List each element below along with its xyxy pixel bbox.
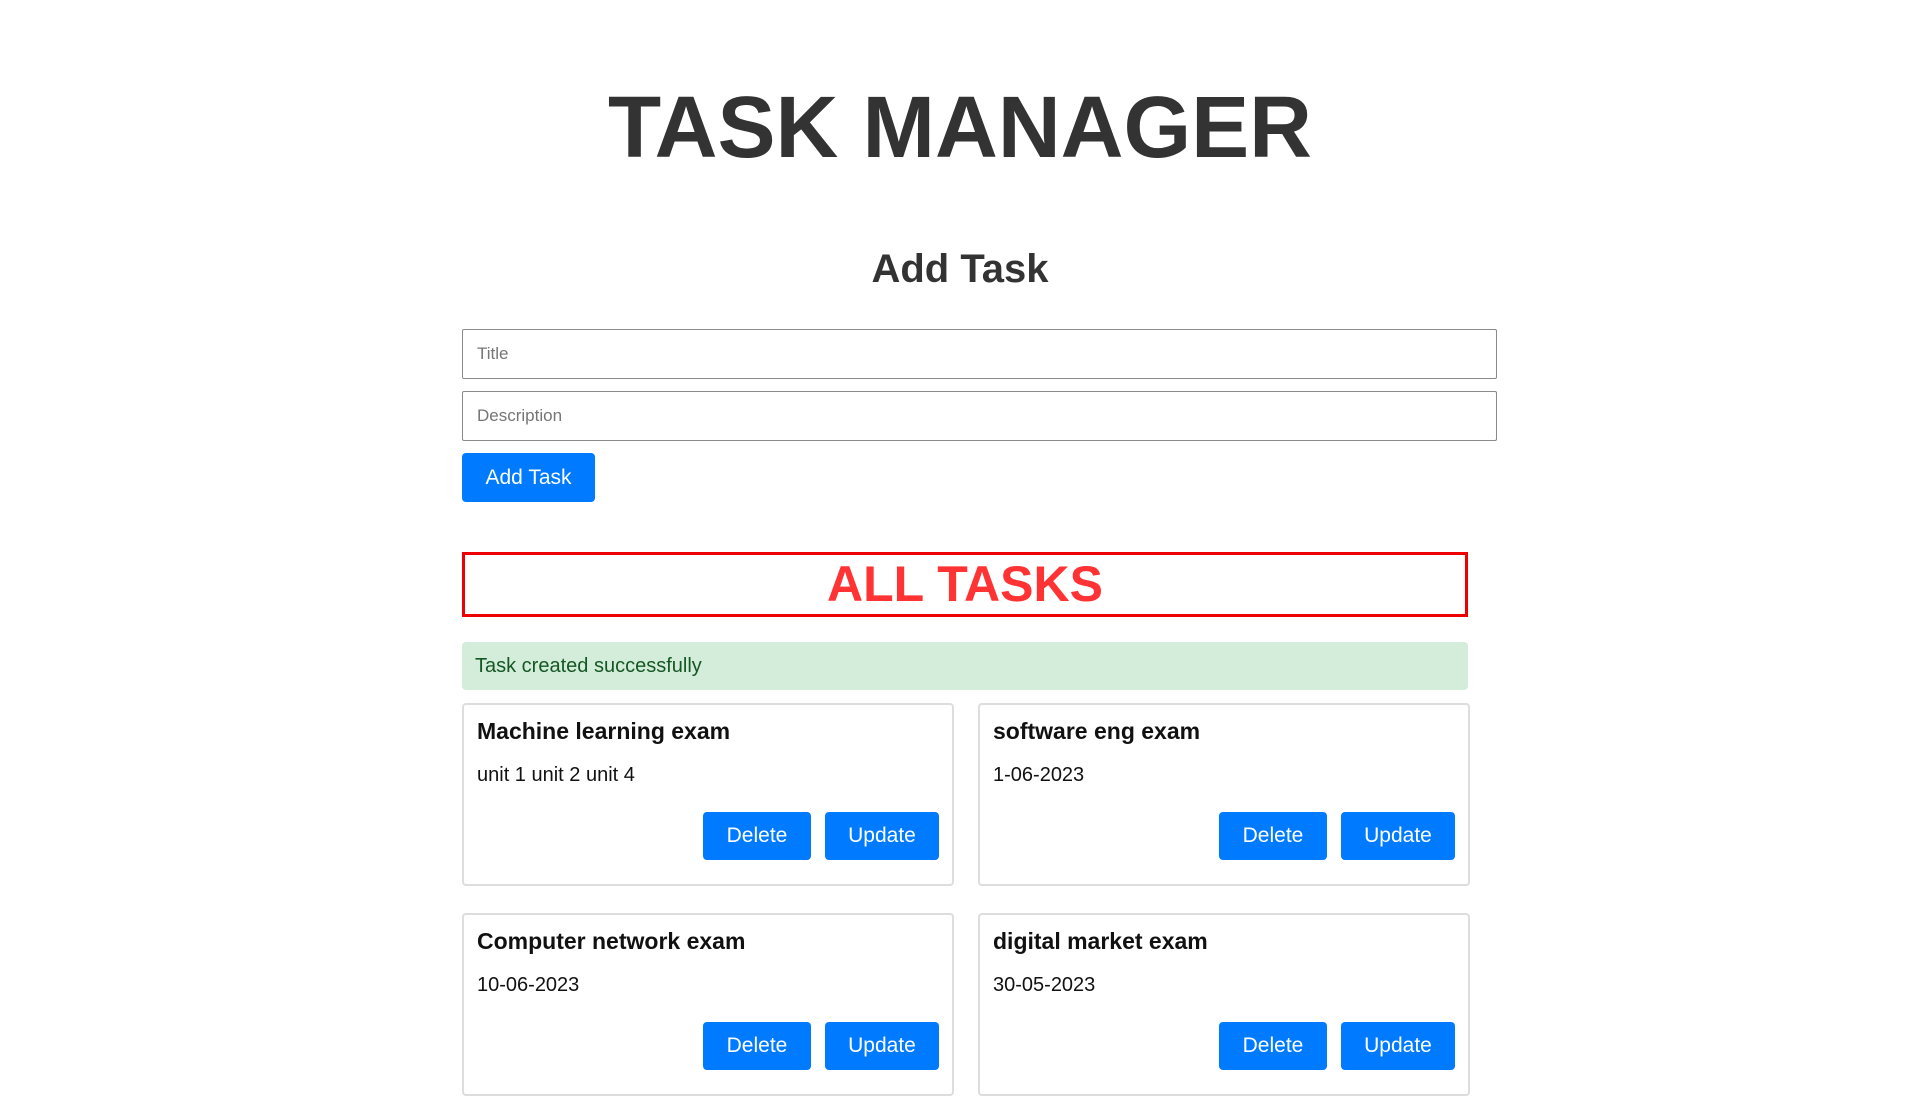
- task-actions: Delete Update: [703, 1022, 939, 1070]
- page: TASK MANAGER Add Task Add Task ALL TASKS…: [0, 0, 1920, 1113]
- delete-button[interactable]: Delete: [1219, 812, 1327, 860]
- delete-button[interactable]: Delete: [1219, 1022, 1327, 1070]
- task-card: Machine learning exam unit 1 unit 2 unit…: [462, 703, 954, 886]
- task-title: software eng exam: [993, 718, 1201, 744]
- update-button[interactable]: Update: [825, 812, 939, 860]
- success-alert: Task created successfully: [462, 642, 1468, 690]
- task-card: Computer network exam 10-06-2023 Delete …: [462, 913, 954, 1096]
- delete-button[interactable]: Delete: [703, 812, 811, 860]
- update-button[interactable]: Update: [1341, 812, 1455, 860]
- task-card: digital market exam 30-05-2023 Delete Up…: [978, 913, 1470, 1096]
- task-card: software eng exam 1-06-2023 Delete Updat…: [978, 703, 1470, 886]
- task-description: unit 1 unit 2 unit 4: [477, 763, 635, 786]
- task-list: Machine learning exam unit 1 unit 2 unit…: [462, 703, 1470, 1096]
- task-description: 30-05-2023: [993, 973, 1096, 996]
- add-task-heading: Add Task: [871, 247, 1049, 291]
- app-title: TASK MANAGER: [607, 79, 1313, 176]
- description-input[interactable]: [462, 391, 1497, 441]
- all-tasks-heading: ALL TASKS: [462, 552, 1468, 617]
- task-title: digital market exam: [993, 928, 1208, 954]
- update-button[interactable]: Update: [825, 1022, 939, 1070]
- title-input[interactable]: [462, 329, 1497, 379]
- add-task-button[interactable]: Add Task: [462, 453, 595, 502]
- add-task-form: Add Task: [462, 329, 1497, 502]
- task-title: Machine learning exam: [477, 718, 731, 744]
- task-actions: Delete Update: [1219, 1022, 1455, 1070]
- task-description: 10-06-2023: [477, 973, 580, 996]
- task-actions: Delete Update: [703, 812, 939, 860]
- task-description: 1-06-2023: [993, 763, 1085, 786]
- delete-button[interactable]: Delete: [703, 1022, 811, 1070]
- task-actions: Delete Update: [1219, 812, 1455, 860]
- task-title: Computer network exam: [477, 928, 746, 954]
- update-button[interactable]: Update: [1341, 1022, 1455, 1070]
